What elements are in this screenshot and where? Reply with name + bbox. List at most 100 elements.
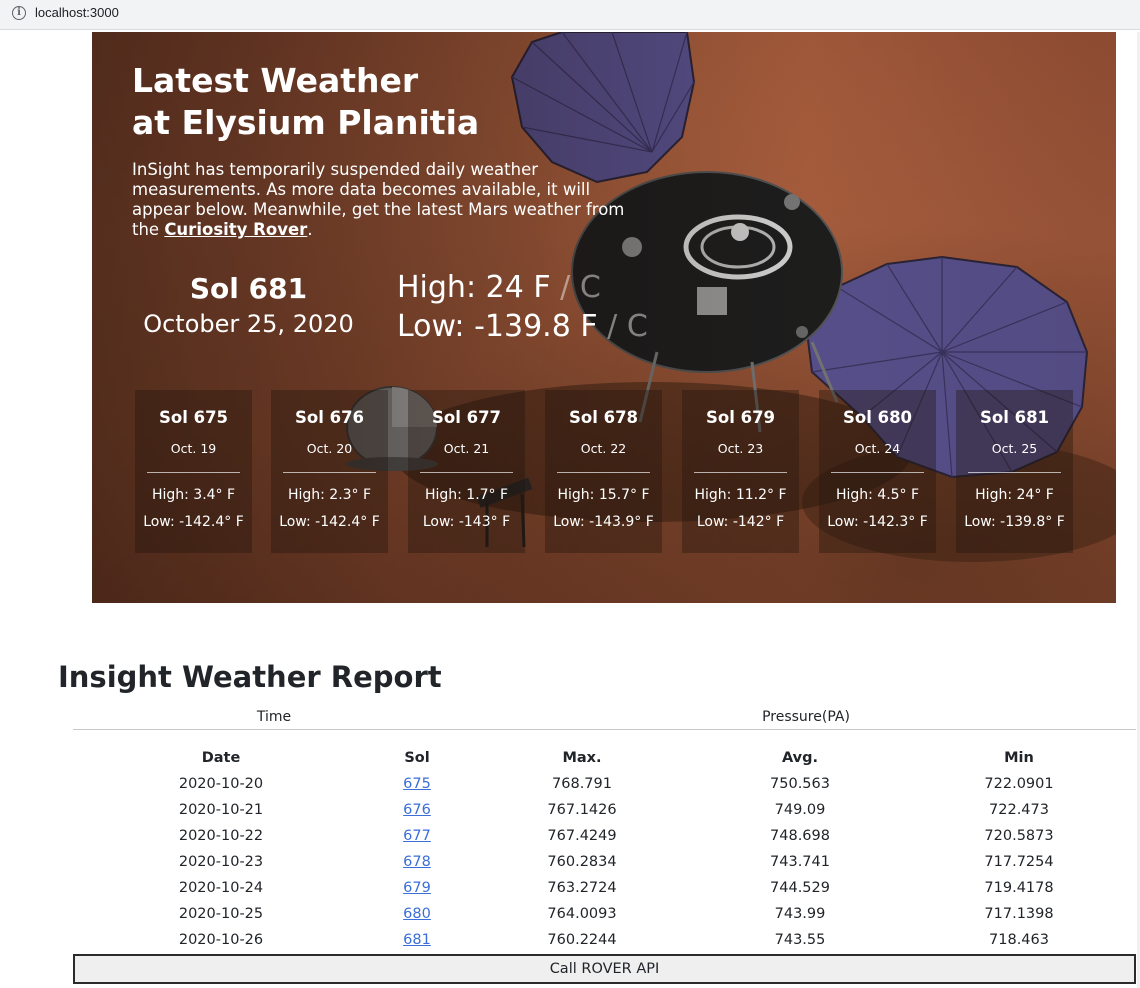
cell-sol: 679 bbox=[337, 880, 497, 896]
hero-title-line-1: Latest Weather bbox=[132, 61, 419, 100]
card-divider bbox=[831, 472, 924, 473]
cell-avg: 743.741 bbox=[770, 854, 830, 870]
card-low: Low: -142° F bbox=[696, 514, 785, 530]
cell-date: 2020-10-24 bbox=[178, 880, 264, 896]
column-header-date: Date bbox=[201, 750, 241, 766]
unit-f-toggle[interactable]: F bbox=[580, 309, 597, 344]
sol-link[interactable]: 679 bbox=[403, 880, 431, 896]
high-label: High: bbox=[397, 270, 477, 305]
table-row: 2020-10-24 679 763.2724 744.529 719.4178 bbox=[0, 880, 1140, 906]
card-low: Low: -142.4° F bbox=[143, 514, 244, 530]
browser-address-bar[interactable]: i localhost:3000 bbox=[0, 0, 1140, 30]
column-header-max: Max. bbox=[562, 750, 602, 766]
cell-min: 717.7254 bbox=[984, 854, 1054, 870]
cell-min: 722.0901 bbox=[984, 776, 1054, 792]
cell-max: 760.2244 bbox=[547, 932, 617, 948]
cell-min: 717.1398 bbox=[984, 906, 1054, 922]
card-date: Oct. 20 bbox=[306, 441, 353, 456]
card-high: High: 11.2° F bbox=[694, 487, 787, 503]
card-low: Low: -143.9° F bbox=[553, 514, 654, 530]
sol-card[interactable]: Sol 679 Oct. 23 High: 11.2° F Low: -142°… bbox=[682, 390, 799, 553]
cell-min: 720.5873 bbox=[984, 828, 1054, 844]
cell-avg: 750.563 bbox=[770, 776, 830, 792]
cell-date: 2020-10-20 bbox=[178, 776, 264, 792]
sol-link[interactable]: 678 bbox=[403, 854, 431, 870]
low-value: -139.8 bbox=[474, 309, 571, 344]
card-date: Oct. 23 bbox=[717, 441, 764, 456]
card-sol: Sol 676 bbox=[294, 408, 365, 427]
sol-link[interactable]: 676 bbox=[403, 802, 431, 818]
cell-min: 722.473 bbox=[989, 802, 1049, 818]
hero-description: InSight has temporarily suspended daily … bbox=[132, 160, 652, 240]
cell-sol: 678 bbox=[337, 854, 497, 870]
card-low: Low: -139.8° F bbox=[964, 514, 1065, 530]
card-high: High: 24° F bbox=[975, 487, 1054, 503]
sol-link[interactable]: 675 bbox=[403, 776, 431, 792]
cell-max: 767.4249 bbox=[547, 828, 617, 844]
table-row: 2020-10-21 676 767.1426 749.09 722.473 bbox=[0, 802, 1140, 828]
unit-separator: / bbox=[560, 270, 571, 305]
card-divider bbox=[557, 472, 650, 473]
sol-card[interactable]: Sol 676 Oct. 20 High: 2.3° F Low: -142.4… bbox=[271, 390, 388, 553]
cell-avg: 748.698 bbox=[770, 828, 830, 844]
cell-min: 718.463 bbox=[989, 932, 1049, 948]
unit-c-toggle[interactable]: C bbox=[627, 309, 648, 344]
cell-date: 2020-10-22 bbox=[178, 828, 264, 844]
unit-c-toggle[interactable]: C bbox=[580, 270, 601, 305]
card-low: Low: -142.3° F bbox=[827, 514, 928, 530]
card-sol: Sol 680 bbox=[842, 408, 913, 427]
cell-sol: 675 bbox=[337, 776, 497, 792]
unit-f-toggle[interactable]: F bbox=[533, 270, 550, 305]
cell-max: 767.1426 bbox=[547, 802, 617, 818]
sol-link[interactable]: 680 bbox=[403, 906, 431, 922]
card-divider bbox=[968, 472, 1061, 473]
sol-card[interactable]: Sol 681 Oct. 25 High: 24° F Low: -139.8°… bbox=[956, 390, 1073, 553]
sol-card[interactable]: Sol 680 Oct. 24 High: 4.5° F Low: -142.3… bbox=[819, 390, 936, 553]
card-sol: Sol 678 bbox=[568, 408, 639, 427]
current-sol: Sol 681 bbox=[189, 272, 308, 305]
cell-max: 764.0093 bbox=[547, 906, 617, 922]
current-high-temp: High: 24 F / C bbox=[397, 270, 601, 305]
cell-max: 768.791 bbox=[552, 776, 612, 792]
card-date: Oct. 25 bbox=[991, 441, 1038, 456]
card-sol: Sol 675 bbox=[158, 408, 229, 427]
card-high: High: 4.5° F bbox=[835, 487, 920, 503]
cell-max: 763.2724 bbox=[547, 880, 617, 896]
report-title: Insight Weather Report bbox=[58, 660, 442, 694]
column-header-sol: Sol bbox=[404, 750, 430, 766]
column-header-avg: Avg. bbox=[781, 750, 819, 766]
cell-date: 2020-10-26 bbox=[178, 932, 264, 948]
card-sol: Sol 681 bbox=[979, 408, 1050, 427]
curiosity-rover-link[interactable]: Curiosity Rover bbox=[164, 220, 307, 239]
card-high: High: 3.4° F bbox=[151, 487, 236, 503]
table-row: 2020-10-23 678 760.2834 743.741 717.7254 bbox=[0, 854, 1140, 880]
header-divider bbox=[73, 729, 1136, 730]
cell-max: 760.2834 bbox=[547, 854, 617, 870]
address-url[interactable]: localhost:3000 bbox=[35, 5, 119, 20]
high-value: 24 bbox=[485, 270, 524, 305]
cell-sol: 680 bbox=[337, 906, 497, 922]
cell-avg: 744.529 bbox=[770, 880, 830, 896]
hero-title: Latest Weather at Elysium Planitia bbox=[132, 60, 652, 144]
card-high: High: 15.7° F bbox=[557, 487, 650, 503]
sol-link[interactable]: 681 bbox=[403, 932, 431, 948]
card-divider bbox=[694, 472, 787, 473]
sol-card[interactable]: Sol 678 Oct. 22 High: 15.7° F Low: -143.… bbox=[545, 390, 662, 553]
cell-avg: 743.99 bbox=[774, 906, 826, 922]
group-header-time: Time bbox=[256, 709, 292, 725]
cell-avg: 749.09 bbox=[774, 802, 826, 818]
cell-date: 2020-10-23 bbox=[178, 854, 264, 870]
table-row: 2020-10-22 677 767.4249 748.698 720.5873 bbox=[0, 828, 1140, 854]
card-date: Oct. 22 bbox=[580, 441, 627, 456]
hero-banner: Latest Weather at Elysium Planitia InSig… bbox=[92, 32, 1116, 603]
sol-link[interactable]: 677 bbox=[403, 828, 431, 844]
hero-description-end: . bbox=[307, 220, 313, 239]
table-row: 2020-10-20 675 768.791 750.563 722.0901 bbox=[0, 776, 1140, 802]
call-rover-api-button[interactable]: Call ROVER API bbox=[73, 954, 1136, 984]
card-low: Low: -142.4° F bbox=[279, 514, 380, 530]
info-icon[interactable]: i bbox=[12, 6, 26, 20]
sol-card[interactable]: Sol 675 Oct. 19 High: 3.4° F Low: -142.4… bbox=[135, 390, 252, 553]
card-date: Oct. 21 bbox=[443, 441, 490, 456]
sol-card[interactable]: Sol 677 Oct. 21 High: 1.7° F Low: -143° … bbox=[408, 390, 525, 553]
cell-sol: 676 bbox=[337, 802, 497, 818]
